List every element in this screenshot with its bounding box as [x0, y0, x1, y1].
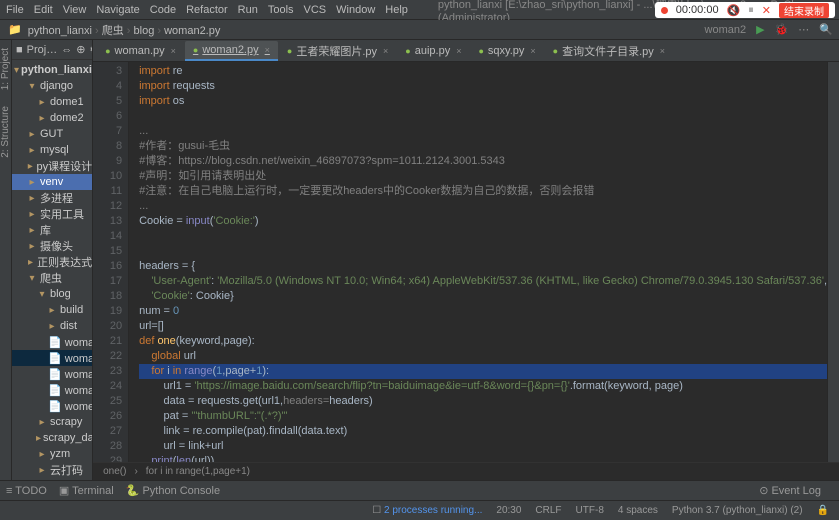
code-nav-path: one()› for i in range(1,page+1): [93, 462, 839, 480]
tree-node[interactable]: ▸库: [12, 222, 92, 238]
tree-node[interactable]: ▸scrapy: [12, 414, 92, 430]
tab-close-icon[interactable]: ×: [383, 46, 388, 56]
tree-node[interactable]: ▾django: [12, 78, 92, 94]
menu-code[interactable]: Code: [150, 4, 176, 16]
tree-node[interactable]: ▸mysql: [12, 142, 92, 158]
bottom-tab[interactable]: ▣ Terminal: [59, 485, 114, 497]
processes-link[interactable]: 2 processes running...: [384, 505, 482, 516]
editor-tab[interactable]: ●王者荣耀图片.py×: [279, 41, 396, 61]
line-sep[interactable]: CRLF: [535, 505, 561, 516]
tree-node[interactable]: ▸py课程设计: [12, 158, 92, 174]
menu-help[interactable]: Help: [385, 4, 408, 16]
menu-edit[interactable]: Edit: [34, 4, 53, 16]
code-editor[interactable]: import reimport requestsimport os ...#作者…: [129, 62, 827, 462]
tree-node[interactable]: 📄 woman.py205: [12, 334, 92, 350]
tree-node[interactable]: ▸正则表达式: [12, 254, 92, 270]
record-dot-icon: [661, 7, 668, 14]
tree-node[interactable]: ▸dist: [12, 318, 92, 334]
menu-vcs[interactable]: VCS: [304, 4, 327, 16]
mute-icon[interactable]: 🔇: [727, 4, 741, 17]
encoding[interactable]: UTF-8: [576, 505, 604, 516]
sidebar-header: ■Proj… ⇔ ⊕ ⚙ —: [12, 40, 92, 60]
tree-node[interactable]: ▸实用工具: [12, 206, 92, 222]
search-icon[interactable]: 🔍: [819, 23, 833, 36]
tree-node[interactable]: ▸yzm: [12, 446, 92, 462]
status-bar: ☐ 2 processes running... 20:30 CRLF UTF-…: [0, 500, 839, 520]
record-time: 00:00:00: [676, 4, 719, 16]
run-config[interactable]: woman2: [705, 24, 747, 36]
caret-pos: 20:30: [496, 505, 521, 516]
breadcrumb-item[interactable]: woman2.py: [164, 25, 220, 37]
expand-icon[interactable]: ⊕: [76, 43, 85, 56]
tab-close-icon[interactable]: ×: [265, 45, 270, 55]
menu-view[interactable]: View: [63, 4, 87, 16]
editor-area: ●woman.py×●woman2.py×●王者荣耀图片.py×●auip.py…: [93, 40, 839, 480]
tree-node[interactable]: ▸scrapy_data: [12, 430, 92, 446]
tab-close-icon[interactable]: ×: [530, 46, 535, 56]
line-gutter: 3456789101112131415161718192021222324252…: [93, 62, 129, 462]
tree-node[interactable]: ▾blog: [12, 286, 92, 302]
bottom-tab[interactable]: 🐍 Python Console: [126, 485, 220, 497]
tree-node[interactable]: ▸云打码: [12, 462, 92, 478]
tab-close-icon[interactable]: ×: [456, 46, 461, 56]
tree-node[interactable]: ▸爬虫—1: [12, 478, 92, 480]
tab-close-icon[interactable]: ×: [171, 46, 176, 56]
tree-node[interactable]: 📄 woman2.py201: [12, 366, 92, 382]
editor-tab[interactable]: ●woman.py×: [97, 41, 184, 61]
tree-node[interactable]: ▸dome1: [12, 94, 92, 110]
bottom-tab[interactable]: ≡ TODO: [6, 485, 47, 497]
tab-close-icon[interactable]: ×: [660, 46, 665, 56]
tree-node[interactable]: ▸GUT: [12, 126, 92, 142]
stop-record-button[interactable]: 结束录制: [779, 3, 829, 18]
collapse-icon[interactable]: ⇔: [61, 44, 72, 56]
breadcrumb-item[interactable]: 爬虫: [102, 25, 124, 37]
menu-tools[interactable]: Tools: [268, 4, 294, 16]
tree-node[interactable]: ▸build: [12, 302, 92, 318]
editor-tab[interactable]: ●woman2.py×: [185, 41, 278, 61]
breadcrumb-bar: 📁 python_lianxi › 爬虫 › blog › woman2.py …: [0, 20, 839, 40]
left-tool-strip: 1: Project 2: Structure: [0, 40, 12, 480]
tree-node[interactable]: 📄 woman.spec: [12, 350, 92, 366]
left-tab-structure[interactable]: 2: Structure: [0, 106, 11, 158]
folder-icon: 📁: [8, 23, 22, 36]
menu-file[interactable]: File: [6, 4, 24, 16]
breadcrumb-item[interactable]: python_lianxi: [28, 25, 92, 37]
close-icon[interactable]: ✕: [762, 4, 771, 17]
interpreter[interactable]: Python 3.7 (python_lianxi) (2): [672, 505, 803, 516]
debug-icon[interactable]: 🐞: [775, 23, 789, 36]
lock-icon[interactable]: 🔒: [817, 505, 829, 516]
indent[interactable]: 4 spaces: [618, 505, 658, 516]
editor-tab[interactable]: ●查询文件子目录.py×: [545, 41, 673, 61]
menu-window[interactable]: Window: [336, 4, 375, 16]
bottom-tool-bar: ≡ TODO ▣ Terminal 🐍 Python Console ⊙ Event…: [0, 480, 839, 500]
left-tab-project[interactable]: 1: Project: [0, 48, 11, 90]
menu-refactor[interactable]: Refactor: [186, 4, 228, 16]
event-log-button[interactable]: ⊙ Event Log: [759, 484, 821, 497]
tree-root[interactable]: ▾python_lianxiE:\zhao_s: [12, 62, 92, 78]
project-tree[interactable]: ▾python_lianxiE:\zhao_s ▾django▸dome1▸do…: [12, 60, 92, 480]
menu-run[interactable]: Run: [238, 4, 258, 16]
tree-node[interactable]: ▸venv: [12, 174, 92, 190]
menu-navigate[interactable]: Navigate: [96, 4, 139, 16]
more-run-icon[interactable]: ⋯: [798, 23, 809, 36]
breadcrumb-item[interactable]: blog: [134, 25, 155, 37]
tree-node[interactable]: ▸dome2: [12, 110, 92, 126]
project-sidebar: ■Proj… ⇔ ⊕ ⚙ — ▾python_lianxiE:\zhao_s ▾…: [12, 40, 93, 480]
tree-node[interactable]: ▸多进程: [12, 190, 92, 206]
tree-node[interactable]: ▾爬虫: [12, 270, 92, 286]
run-icon[interactable]: ▶: [756, 23, 764, 36]
pause-icon[interactable]: ⏸: [748, 4, 754, 17]
editor-tab[interactable]: ●auip.py×: [397, 41, 469, 61]
editor-tab[interactable]: ●sqxy.py×: [470, 41, 543, 61]
right-scrollbar[interactable]: [827, 62, 839, 462]
tree-node[interactable]: 📄 women.spec: [12, 398, 92, 414]
editor-tabs: ●woman.py×●woman2.py×●王者荣耀图片.py×●auip.py…: [93, 40, 839, 62]
recording-bar: 00:00:00 🔇 ⏸ ✕ 结束录制: [655, 2, 835, 18]
tree-node[interactable]: ▸摄像头: [12, 238, 92, 254]
tree-node[interactable]: 📄 woman2.spec: [12, 382, 92, 398]
